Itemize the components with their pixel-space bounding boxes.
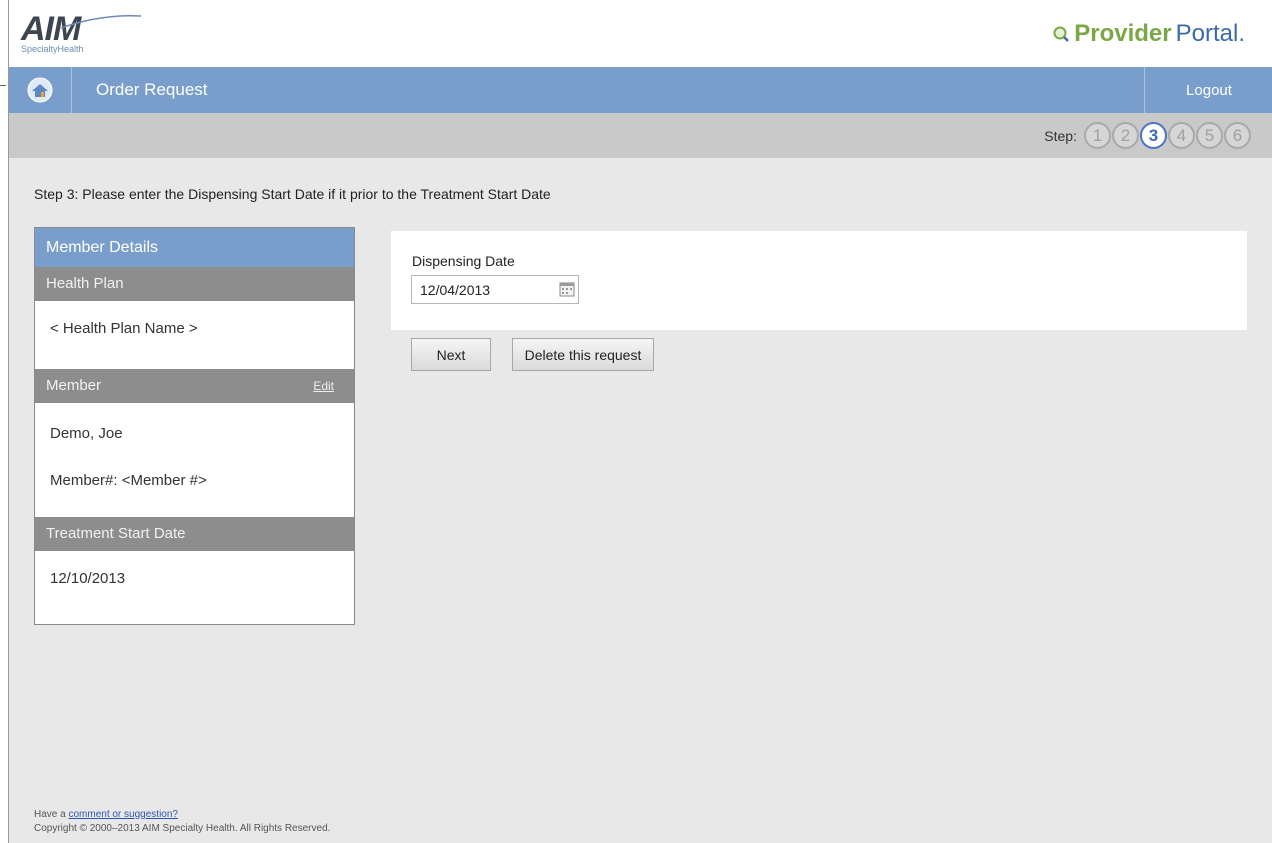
member-details-title: Member Details [35, 228, 354, 267]
member-header: Member Edit [35, 369, 354, 403]
logout-button[interactable]: Logout [1144, 67, 1272, 113]
header: AIM SpecialtyHealth Provider Portal. [9, 0, 1272, 67]
aim-logo[interactable]: AIM SpecialtyHealth [21, 10, 161, 60]
dispensing-date-label: Dispensing Date [412, 253, 515, 269]
page-frame: AIM SpecialtyHealth Provider Portal. Orde… [8, 0, 1272, 843]
footer: Have a comment or suggestion? Copyright … [34, 808, 330, 836]
home-button[interactable] [9, 67, 72, 113]
page-title: Order Request [96, 80, 208, 99]
comment-suggestion-link[interactable]: comment or suggestion? [68, 809, 178, 820]
health-plan-section: < Health Plan Name > [35, 301, 354, 369]
step-bar: Step: 1 2 3 4 5 6 [9, 113, 1272, 158]
treatment-start-header: Treatment Start Date [35, 517, 354, 551]
next-button[interactable]: Next [411, 338, 491, 371]
treatment-start-section: 12/10/2013 [35, 551, 354, 587]
dispensing-date-card: Dispensing Date [391, 231, 1247, 330]
step-1: 1 [1084, 122, 1111, 149]
treatment-start-date: 12/10/2013 [50, 570, 126, 587]
logo-swoosh-icon [61, 15, 141, 29]
member-number: Member#: <Member #> [50, 472, 207, 489]
step-6: 6 [1224, 122, 1251, 149]
health-plan-header: Health Plan [35, 267, 354, 301]
member-heading: Member [46, 377, 102, 394]
health-plan-heading: Health Plan [46, 275, 124, 292]
step-instruction: Step 3: Please enter the Dispensing Star… [34, 186, 551, 202]
step-4: 4 [1168, 122, 1195, 149]
home-icon [27, 77, 53, 103]
logo-subtext: SpecialtyHealth [21, 44, 84, 54]
step-3-active: 3 [1140, 122, 1167, 149]
magnifier-icon [1053, 26, 1070, 42]
member-name: Demo, Joe [50, 425, 123, 442]
portal-provider-text: Provider [1074, 20, 1172, 47]
dispensing-date-input[interactable] [411, 275, 579, 304]
member-details-panel: Member Details Health Plan < Health Plan… [34, 227, 355, 625]
provider-portal-logo: Provider Portal. [1052, 20, 1245, 48]
nav-bar: Order Request Logout [9, 67, 1272, 113]
health-plan-name: < Health Plan Name > [50, 320, 198, 337]
window-edge-mark [0, 85, 6, 86]
member-section: Demo, Joe Member#: <Member #> [35, 403, 354, 517]
feedback-prefix: Have a [34, 809, 69, 820]
step-2: 2 [1112, 122, 1139, 149]
portal-portal-text: Portal. [1175, 20, 1245, 47]
step-label: Step: [1044, 127, 1077, 144]
feedback-line: Have a comment or suggestion? [34, 808, 330, 822]
copyright-text: Copyright © 2000–2013 AIM Specialty Heal… [34, 823, 331, 834]
step-indicator: Step: 1 2 3 4 5 6 [1044, 122, 1251, 149]
calendar-icon[interactable] [559, 281, 575, 297]
treatment-start-heading: Treatment Start Date [46, 525, 186, 542]
delete-request-button[interactable]: Delete this request [512, 338, 654, 371]
edit-member-link[interactable]: Edit [313, 369, 334, 403]
step-5: 5 [1196, 122, 1223, 149]
